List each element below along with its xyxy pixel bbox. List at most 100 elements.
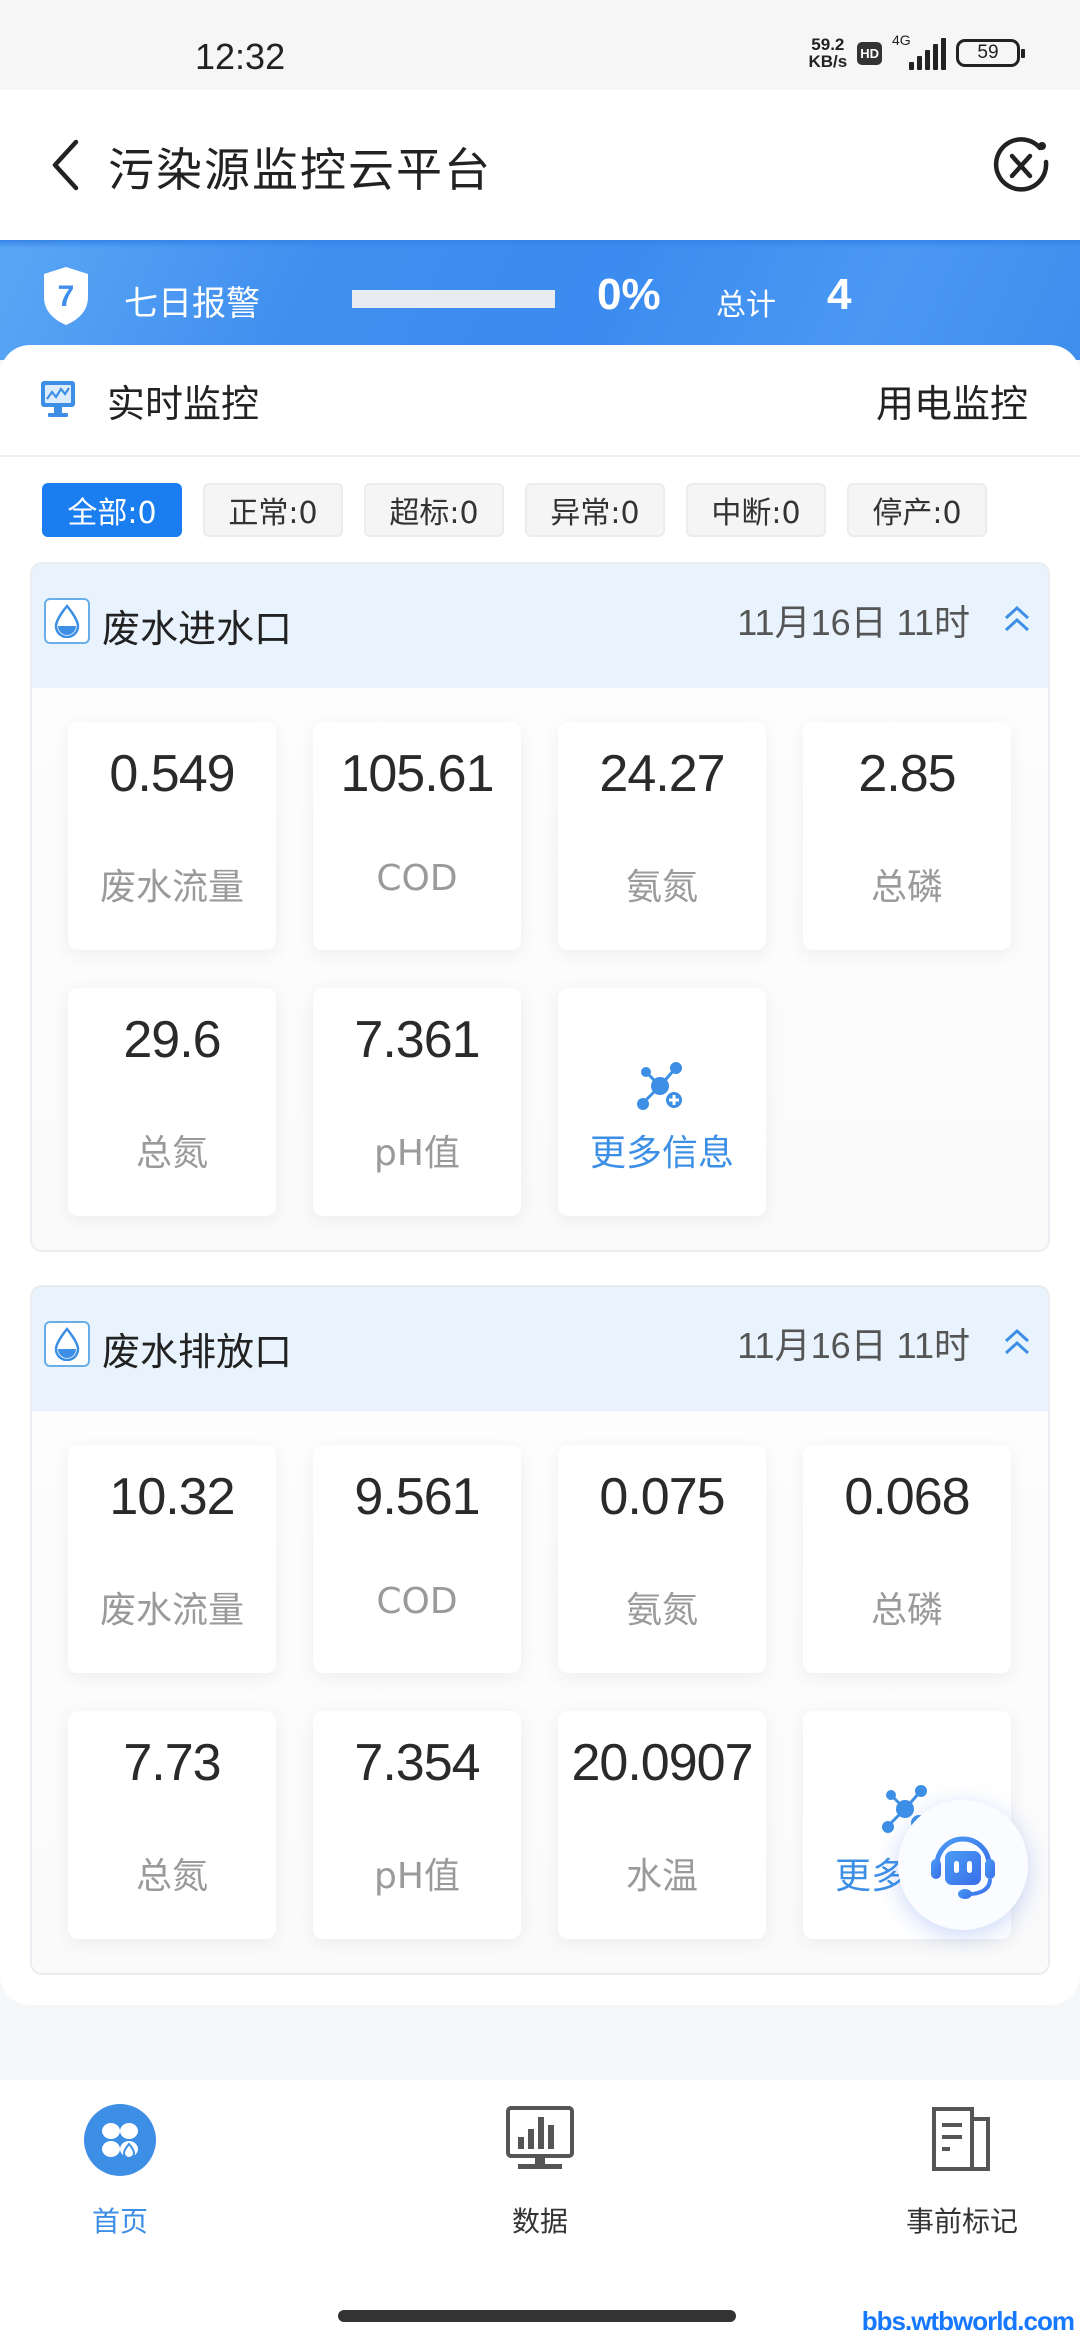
metric-card[interactable]: 10.32 废水流量 (68, 1445, 276, 1673)
metric-value: 10.32 (109, 1468, 235, 1526)
customer-service-button[interactable] (898, 1800, 1028, 1930)
station-time: 11月16日 11时 (737, 1325, 970, 1366)
metric-card[interactable]: 7.73 总氮 (68, 1711, 276, 1939)
filter-normal[interactable]: 正常:0 (203, 483, 343, 537)
metric-label: pH值 (374, 1133, 460, 1174)
molecule-plus-icon (637, 1062, 684, 1110)
realtime-monitor-icon (41, 381, 75, 417)
network-speed-unit: KB/s (808, 52, 848, 71)
alert-label: 七日报警 (124, 284, 260, 324)
metric-value: 2.85 (858, 745, 956, 803)
network-speed-value: 59.2 (811, 35, 845, 54)
metric-card[interactable]: 29.6 总氮 (68, 988, 276, 1216)
filter-abnormal[interactable]: 异常:0 (525, 483, 665, 537)
signal-icon: 4G (892, 32, 946, 70)
tab-realtime-monitor[interactable]: 实时监控 (107, 373, 259, 428)
filter-all[interactable]: 全部:0 (42, 483, 182, 537)
metric-label: COD (376, 1581, 458, 1622)
metric-label: COD (376, 858, 458, 899)
nav-home[interactable]: 首页 (20, 2100, 220, 2240)
metric-card[interactable]: 20.0907 水温 (558, 1711, 766, 1939)
metric-label: pH值 (374, 1856, 460, 1897)
station-header[interactable]: 废水排放口 11月16日 11时 (32, 1287, 1048, 1411)
status-filter-row: 全部:0 正常:0 超标:0 异常:0 中断:0 停产:0 (42, 483, 987, 537)
nav-label: 事前标记 (905, 2205, 1018, 2238)
seven-day-alert-banner[interactable]: 7 七日报警 0% 总计 4 (0, 240, 1080, 360)
alert-progress-bar (352, 290, 555, 308)
status-bar: 12:32 59.2 KB/s HD 4G 59 (0, 0, 1080, 90)
station-name: 废水进水口 (102, 607, 293, 651)
metric-value: 0.549 (109, 745, 235, 803)
document-mark-icon (922, 2100, 1002, 2180)
hd-icon: HD (857, 41, 882, 65)
station-name: 废水排放口 (102, 1330, 293, 1374)
double-chevron-up-icon[interactable] (1000, 1325, 1034, 1359)
metric-value: 29.6 (123, 1011, 221, 1069)
watermark: bbs.wtbworld.com (861, 2306, 1075, 2336)
tab-power-monitor[interactable]: 用电监控 (876, 373, 1028, 428)
station-time: 11月16日 11时 (737, 602, 970, 643)
page-title: 污染源监控云平台 (108, 143, 492, 197)
metric-label: 总磷 (870, 867, 943, 908)
water-drop-icon (44, 598, 90, 644)
metric-label: 氨氮 (625, 867, 698, 908)
network-speed: 59.2 KB/s (808, 36, 847, 70)
chevron-left-icon (52, 139, 79, 191)
metric-card[interactable]: 2.85 总磷 (803, 722, 1011, 950)
close-button[interactable] (992, 136, 1052, 196)
network-type: 4G (892, 32, 911, 48)
metric-label: 水温 (625, 1856, 698, 1897)
app-header: 污染源监控云平台 (0, 90, 1080, 240)
battery-level: 59 (977, 42, 999, 63)
metric-label: 废水流量 (99, 1590, 244, 1631)
metric-card[interactable]: 24.27 氨氮 (558, 722, 766, 950)
shield-badge-number: 7 (58, 280, 75, 313)
filter-stopped[interactable]: 停产:0 (847, 483, 987, 537)
station-card-inlet: 废水进水口 11月16日 11时 0.549 废水流量 105.61 COD 24.… (30, 562, 1050, 1252)
metrics-grid: 0.549 废水流量 105.61 COD 24.27 氨氮 2.85 总磷 29.6 总… (32, 688, 1048, 1250)
metric-value: 7.361 (354, 1011, 480, 1069)
metric-value: 7.73 (123, 1734, 221, 1792)
metric-value: 20.0907 (571, 1734, 754, 1792)
data-monitor-icon (500, 2100, 580, 2180)
nav-label: 数据 (511, 2205, 568, 2238)
back-button[interactable] (40, 132, 90, 198)
monitor-tabs: 实时监控 用电监控 (0, 345, 1080, 457)
status-indicators: 59.2 KB/s HD 4G 59 (808, 32, 1025, 70)
bottom-nav: 首页 数据 事前标记 (0, 2080, 1080, 2340)
home-indicator[interactable] (338, 2310, 736, 2322)
shield-icon: 7 (44, 267, 88, 325)
metric-value: 9.561 (354, 1468, 480, 1526)
status-time: 12:32 (195, 36, 286, 77)
home-clover-icon (80, 2100, 160, 2180)
metric-label: 总磷 (870, 1590, 943, 1631)
nav-premark[interactable]: 事前标记 (862, 2100, 1062, 2240)
metric-label: 废水流量 (99, 867, 244, 908)
nav-data[interactable]: 数据 (440, 2100, 640, 2240)
metric-card[interactable]: 105.61 COD (313, 722, 521, 950)
alert-total-value: 4 (827, 270, 852, 319)
station-card-outlet: 废水排放口 11月16日 11时 10.32 废水流量 9.561 COD 0.07… (30, 1285, 1050, 1975)
headset-robot-icon (931, 1836, 995, 1899)
metric-label: 氨氮 (625, 1590, 698, 1631)
metric-card[interactable]: 0.075 氨氮 (558, 1445, 766, 1673)
alert-percent: 0% (597, 270, 661, 319)
metric-card[interactable]: 7.361 pH值 (313, 988, 521, 1216)
metric-card[interactable]: 9.561 COD (313, 1445, 521, 1673)
more-info-button[interactable]: 更多信息 (558, 988, 766, 1216)
metric-card[interactable]: 0.549 废水流量 (68, 722, 276, 950)
filter-exceeded[interactable]: 超标:0 (364, 483, 504, 537)
main-panel: 实时监控 用电监控 全部:0 正常:0 超标:0 异常:0 中断:0 停产:0 … (0, 345, 1080, 2005)
double-chevron-up-icon[interactable] (1000, 602, 1034, 636)
filter-interrupted[interactable]: 中断:0 (686, 483, 826, 537)
alert-total-label: 总计 (716, 288, 776, 323)
close-circle-icon (993, 137, 1049, 192)
station-header[interactable]: 废水进水口 11月16日 11时 (32, 564, 1048, 688)
metric-card[interactable]: 0.068 总磷 (803, 1445, 1011, 1673)
nav-label: 首页 (91, 2205, 148, 2238)
battery-icon: 59 (956, 39, 1025, 67)
metric-value: 0.075 (599, 1468, 725, 1526)
metric-value: 105.61 (340, 745, 494, 803)
metric-value: 0.068 (844, 1468, 970, 1526)
metric-card[interactable]: 7.354 pH值 (313, 1711, 521, 1939)
